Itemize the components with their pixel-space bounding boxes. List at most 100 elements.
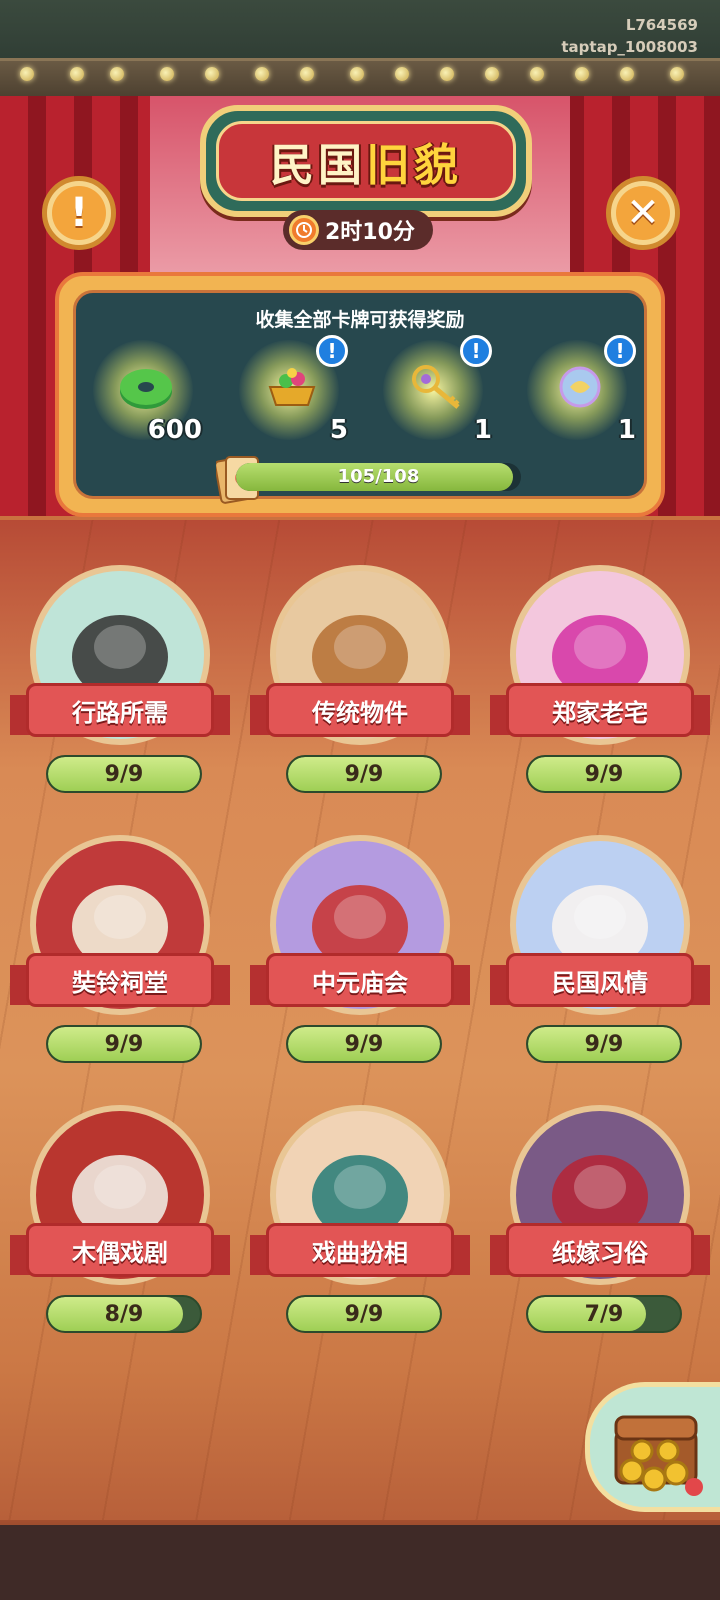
- page-title: 民国旧貌: [270, 129, 462, 193]
- card-progress-text: 9/9: [344, 762, 384, 787]
- event-timer: 2时10分: [283, 210, 433, 250]
- clock-icon: [289, 215, 319, 245]
- info-badge-icon[interactable]: !: [460, 335, 492, 367]
- card-ribbon: 纸嫁习俗: [490, 1223, 710, 1281]
- treasure-chest-button[interactable]: [585, 1382, 720, 1512]
- stage-bulb: [575, 67, 589, 81]
- card-progress-bar: 9/9: [286, 1295, 442, 1333]
- title-part2: 旧貌: [366, 140, 462, 191]
- magic-orb-icon: [559, 366, 601, 408]
- card-progress-bar: 9/9: [46, 755, 202, 793]
- card-progress-text: 7/9: [584, 1302, 624, 1327]
- card-ribbon: 奘铃祠堂: [10, 953, 230, 1011]
- reward-item-jade-coin[interactable]: 600: [88, 335, 208, 445]
- timer-text: 2时10分: [325, 220, 415, 245]
- title-part1: 民国: [270, 140, 366, 191]
- card-ribbon: 戏曲扮相: [250, 1223, 470, 1281]
- treasure-chest-icon: [614, 1415, 703, 1496]
- reward-count: 1: [473, 415, 492, 445]
- card-label: 木偶戏剧: [72, 1238, 168, 1267]
- golden-key-icon: [412, 365, 460, 409]
- reward-title: 收集全部卡牌可获得奖励: [255, 309, 465, 331]
- card-label: 传统物件: [312, 698, 408, 727]
- stage-bulb: [620, 67, 634, 81]
- card-progress-bar: 9/9: [286, 1025, 442, 1063]
- reward-item-golden-key[interactable]: ! 1: [378, 335, 498, 445]
- collection-card[interactable]: 戏曲扮相 9/9: [250, 1105, 470, 1365]
- ribbon-main: 郑家老宅: [506, 683, 694, 737]
- ribbon-main: 木偶戏剧: [26, 1223, 214, 1277]
- reward-count: 600: [147, 415, 202, 445]
- card-ribbon: 中元庙会: [250, 953, 470, 1011]
- treasure-basin-icon: [268, 368, 316, 406]
- jade-coin-icon: [120, 369, 172, 409]
- stage-bulb: [670, 67, 684, 81]
- stage-bulb: [530, 67, 544, 81]
- card-label: 中元庙会: [312, 968, 408, 997]
- card-progress-text: 9/9: [344, 1302, 384, 1327]
- collection-card[interactable]: 中元庙会 9/9: [250, 835, 470, 1095]
- reward-count: 5: [329, 415, 348, 445]
- reward-item-magic-orb[interactable]: ! 1: [522, 335, 642, 445]
- title-inner: 民国旧貌: [216, 121, 516, 201]
- card-progress-text: 9/9: [584, 762, 624, 787]
- card-ribbon: 传统物件: [250, 683, 470, 741]
- collection-card[interactable]: 郑家老宅 9/9: [490, 565, 710, 825]
- ribbon-main: 民国风情: [506, 953, 694, 1007]
- collection-card[interactable]: 纸嫁习俗 7/9: [490, 1105, 710, 1365]
- stage-bulb: [395, 67, 409, 81]
- collection-progress-bar: 105/108: [236, 463, 521, 491]
- card-label: 行路所需: [72, 698, 168, 727]
- close-icon: ✕: [616, 186, 670, 240]
- collection-card[interactable]: 传统物件 9/9: [250, 565, 470, 825]
- stage-bulb: [70, 67, 84, 81]
- card-progress-bar: 9/9: [526, 755, 682, 793]
- card-ribbon: 木偶戏剧: [10, 1223, 230, 1281]
- collection-progress-text: 105/108: [337, 466, 420, 487]
- card-label: 民国风情: [552, 968, 648, 997]
- bottom-strip: [0, 1525, 720, 1600]
- card-ribbon: 民国风情: [490, 953, 710, 1011]
- card-label: 奘铃祠堂: [72, 968, 168, 997]
- card-progress-text: 9/9: [104, 762, 144, 787]
- stage-bulb: [485, 67, 499, 81]
- card-progress-bar: 7/9: [526, 1295, 682, 1333]
- reward-item-treasure-basin[interactable]: ! 5: [234, 335, 354, 445]
- stage-bulb: [110, 67, 124, 81]
- card-label: 纸嫁习俗: [552, 1238, 648, 1267]
- card-progress-text: 9/9: [344, 1032, 384, 1057]
- card-ribbon: 郑家老宅: [490, 683, 710, 741]
- stage-bulb: [255, 67, 269, 81]
- card-progress-text: 9/9: [104, 1032, 144, 1057]
- card-label: 郑家老宅: [552, 698, 648, 727]
- stage-bulb: [20, 67, 34, 81]
- card-label: 戏曲扮相: [312, 1238, 408, 1267]
- collection-card[interactable]: 民国风情 9/9: [490, 835, 710, 1095]
- exclamation-icon: !: [52, 186, 106, 240]
- collection-card[interactable]: 奘铃祠堂 9/9: [10, 835, 230, 1095]
- ribbon-main: 奘铃祠堂: [26, 953, 214, 1007]
- collection-card[interactable]: 木偶戏剧 8/9: [10, 1105, 230, 1365]
- card-progress-bar: 9/9: [286, 755, 442, 793]
- collection-card[interactable]: 行路所需 9/9: [10, 565, 230, 825]
- card-progress-bar: 8/9: [46, 1295, 202, 1333]
- ribbon-main: 中元庙会: [266, 953, 454, 1007]
- ribbon-main: 传统物件: [266, 683, 454, 737]
- watermark-line2: taptap_1008003: [561, 38, 698, 56]
- watermark-line1: L764569: [625, 16, 698, 34]
- info-badge-icon[interactable]: !: [604, 335, 636, 367]
- stage-bulb: [160, 67, 174, 81]
- reward-count: 1: [617, 415, 636, 445]
- reward-panel: 收集全部卡牌可获得奖励 600 ! 5 ! 1 ! 1 105/108: [55, 272, 665, 517]
- stage-bulb: [350, 67, 364, 81]
- info-badge-icon[interactable]: !: [316, 335, 348, 367]
- card-progress-text: 9/9: [584, 1032, 624, 1057]
- card-progress-bar: 9/9: [526, 1025, 682, 1063]
- ribbon-main: 行路所需: [26, 683, 214, 737]
- stage-bulb: [205, 67, 219, 81]
- close-button[interactable]: ✕: [606, 176, 680, 250]
- title-banner: 民国旧貌: [200, 105, 532, 217]
- info-button[interactable]: !: [42, 176, 116, 250]
- card-ribbon: 行路所需: [10, 683, 230, 741]
- reward-panel-inner: 收集全部卡牌可获得奖励 600 ! 5 ! 1 ! 1 105/108: [73, 290, 647, 504]
